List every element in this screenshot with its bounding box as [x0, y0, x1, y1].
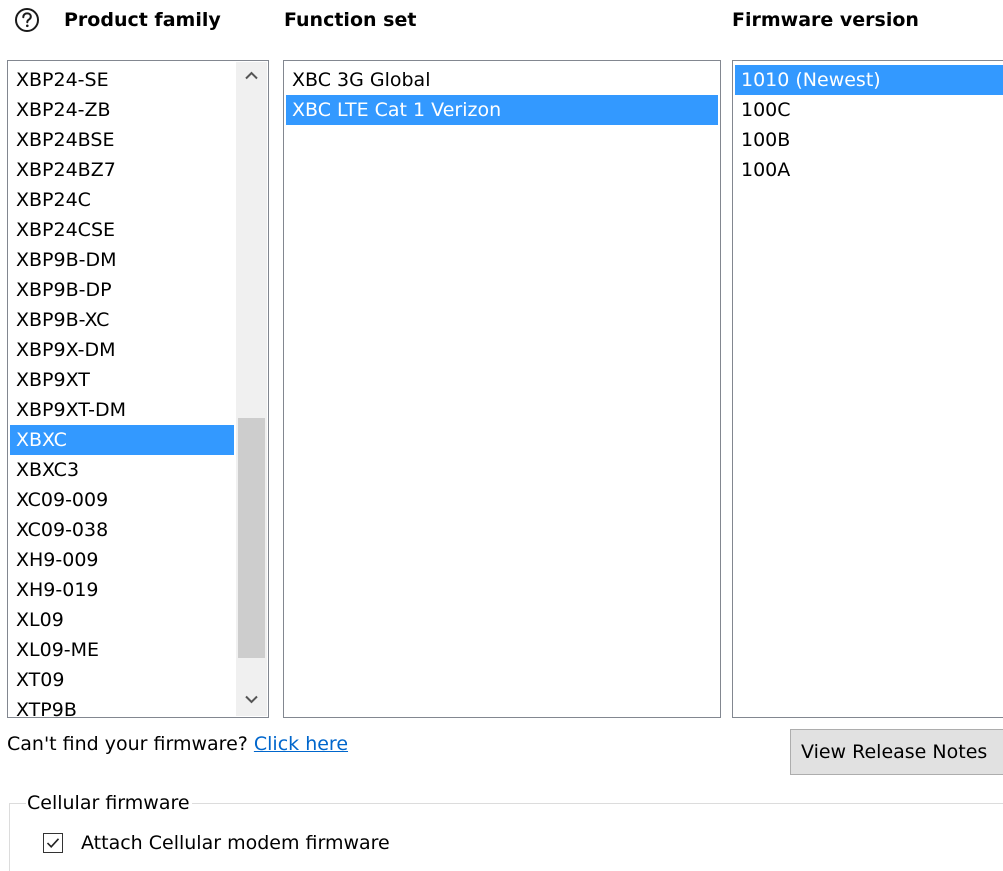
firmware-version-list[interactable]: 1010 (Newest) 100C 100B 100A: [732, 60, 1003, 718]
product-family-list-item[interactable]: XC09-009: [10, 485, 234, 515]
scroll-up-button[interactable]: [236, 62, 267, 92]
product-family-list[interactable]: XBP24-SE XBP24-ZB XBP24BSE XBP24BZ7 XBP24C XB…: [7, 60, 269, 718]
product-family-list-item[interactable]: XC09-038: [10, 515, 234, 545]
scrollbar-thumb[interactable]: [238, 418, 265, 658]
product-family-list-item[interactable]: XBXC3: [10, 455, 234, 485]
firmware-version-items: 1010 (Newest) 100C 100B 100A: [735, 65, 1003, 185]
product-family-list-item[interactable]: XH9-019: [10, 575, 234, 605]
question-circle-icon[interactable]: [14, 7, 40, 33]
checkmark-icon: [46, 838, 60, 848]
chevron-down-icon: [245, 695, 258, 704]
firmware-version-list-item[interactable]: 100B: [735, 125, 1003, 155]
product-family-list-item[interactable]: XBP24BSE: [10, 125, 234, 155]
product-family-list-item[interactable]: XBP9B-XC: [10, 305, 234, 335]
product-family-list-item[interactable]: XL09: [10, 605, 234, 635]
function-set-list-item[interactable]: XBC 3G Global: [286, 65, 718, 95]
product-family-list-item[interactable]: XTP9B: [10, 695, 234, 717]
function-set-items: XBC 3G Global XBC LTE Cat 1 Verizon: [286, 65, 718, 125]
product-family-header: Product family: [64, 9, 221, 31]
firmware-version-list-item[interactable]: 100A: [735, 155, 1003, 185]
product-family-list-item[interactable]: XBP9XT: [10, 365, 234, 395]
cant-find-text: Can't find your firmware?: [7, 733, 248, 755]
attach-modem-firmware-checkbox[interactable]: [43, 833, 63, 853]
firmware-version-list-item[interactable]: 1010 (Newest): [735, 65, 1003, 95]
product-family-list-item[interactable]: XBP9X-DM: [10, 335, 234, 365]
cellular-firmware-group: Cellular firmware Attach Cellular modem …: [9, 790, 1003, 871]
product-family-list-item[interactable]: XBP24C: [10, 185, 234, 215]
attach-modem-firmware-label: Attach Cellular modem firmware: [81, 832, 390, 854]
product-family-list-item[interactable]: XH9-009: [10, 545, 234, 575]
product-family-list-item[interactable]: XBXC: [10, 425, 234, 455]
product-family-list-item[interactable]: XBP9XT-DM: [10, 395, 234, 425]
product-family-list-item[interactable]: XBP24CSE: [10, 215, 234, 245]
view-release-notes-button[interactable]: View Release Notes: [790, 729, 1003, 775]
cant-find-firmware: Can't find your firmware? Click here: [7, 731, 348, 757]
product-family-list-item[interactable]: XT09: [10, 665, 234, 695]
scroll-down-button[interactable]: [236, 686, 267, 716]
cellular-firmware-title: Cellular firmware: [26, 790, 192, 816]
firmware-selection-panel: Product family Function set Firmware ver…: [0, 0, 1003, 871]
chevron-up-icon: [245, 71, 258, 80]
product-family-list-item[interactable]: XL09-ME: [10, 635, 234, 665]
click-here-link[interactable]: Click here: [254, 733, 348, 755]
function-set-list-item[interactable]: XBC LTE Cat 1 Verizon: [286, 95, 718, 125]
product-family-list-item[interactable]: XBP24BZ7: [10, 155, 234, 185]
product-family-list-item[interactable]: XBP24-ZB: [10, 95, 234, 125]
firmware-version-list-item[interactable]: 100C: [735, 95, 1003, 125]
function-set-header: Function set: [284, 9, 417, 31]
product-family-list-item[interactable]: XBP9B-DP: [10, 275, 234, 305]
function-set-list[interactable]: XBC 3G Global XBC LTE Cat 1 Verizon: [283, 60, 721, 718]
product-family-list-item[interactable]: XBP9B-DM: [10, 245, 234, 275]
firmware-version-header: Firmware version: [732, 9, 919, 31]
product-family-list-item[interactable]: XBP24-SE: [10, 65, 234, 95]
product-family-items: XBP24-SE XBP24-ZB XBP24BSE XBP24BZ7 XBP24C XB…: [10, 65, 234, 717]
product-family-scrollbar[interactable]: [236, 62, 267, 716]
